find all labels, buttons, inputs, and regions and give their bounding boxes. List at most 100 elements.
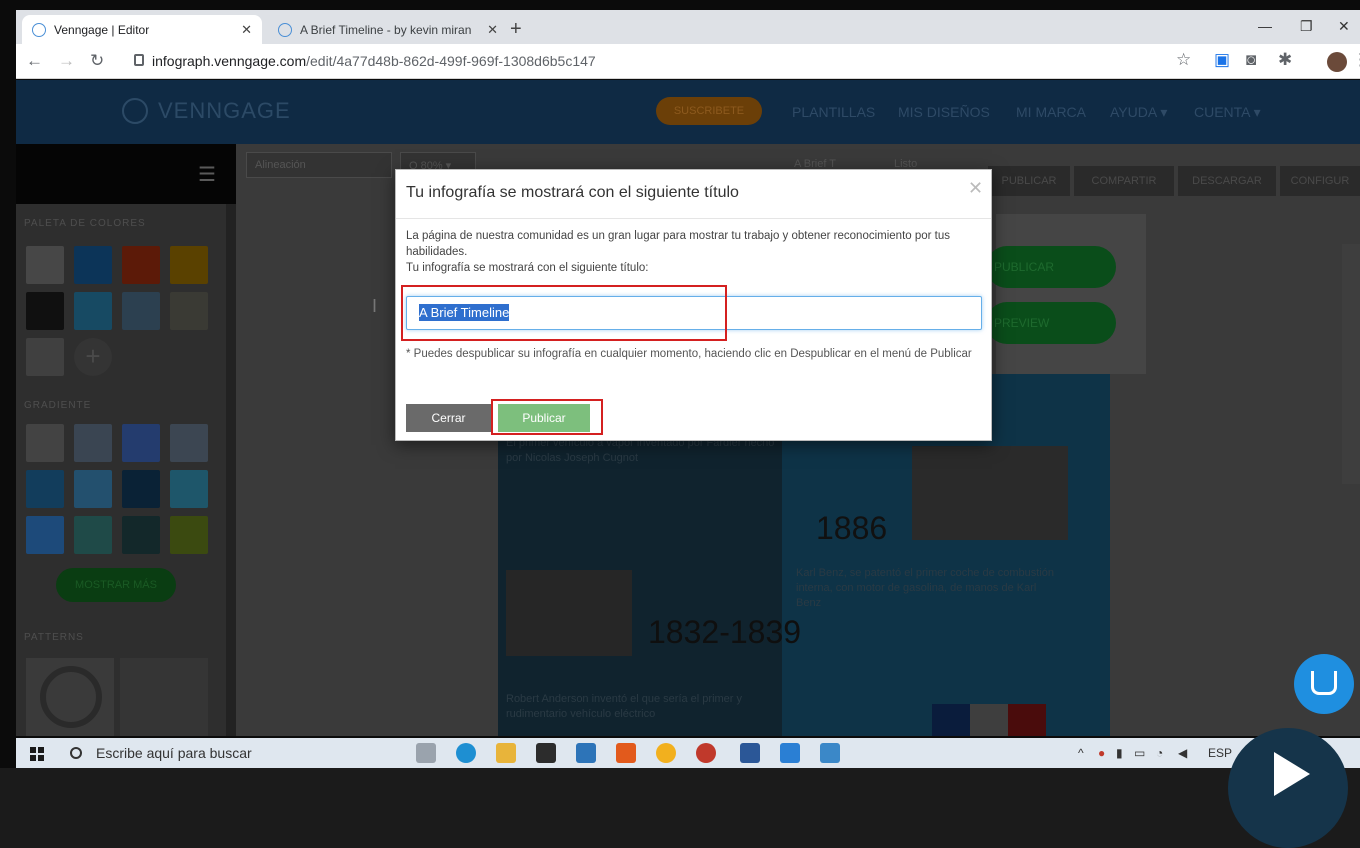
gradient-swatch[interactable] [74,516,112,554]
color-swatch[interactable] [170,292,208,330]
close-window-icon[interactable]: ✕ [1338,18,1350,35]
windows-start-icon[interactable] [30,747,44,761]
edge-icon[interactable] [456,743,476,763]
align-select[interactable]: Alineación [246,152,392,178]
dialog-description: La página de nuestra comunidad es un gra… [406,228,980,276]
gradient-swatch[interactable] [170,424,208,462]
info-text-c[interactable]: Robert Anderson inventó el que sería el … [506,692,766,722]
color-swatch[interactable] [74,292,112,330]
nav-mis-disenos[interactable]: MIS DISEÑOS [898,104,990,120]
store-icon[interactable] [536,743,556,763]
float-preview-button[interactable]: PREVIEW [986,302,1116,344]
photo-steam-car[interactable] [912,446,1068,540]
color-swatch[interactable] [122,246,160,284]
pattern-waves[interactable] [120,658,208,736]
volume-icon[interactable]: ◀ [1178,746,1187,760]
close-button[interactable]: Cerrar [406,404,491,432]
url-host: infograph.venngage.com [152,53,307,69]
restore-icon[interactable]: ❐ [1300,18,1313,35]
wifi-icon[interactable]: ◔ [1156,746,1163,760]
chrome-icon[interactable] [656,743,676,763]
gradient-swatch[interactable] [122,516,160,554]
close-tab-icon[interactable]: ✕ [487,22,498,38]
gradient-swatch[interactable] [26,516,64,554]
nav-cuenta[interactable]: CUENTA ▾ [1194,104,1261,121]
word-icon[interactable] [740,743,760,763]
flag-red-block [1008,704,1046,736]
publish-button[interactable]: Publicar [498,404,590,432]
task-view-icon[interactable] [416,743,436,763]
year-1886[interactable]: 1886 [816,510,887,547]
forward-arrow-icon[interactable]: → [58,51,75,71]
gradient-swatch[interactable] [122,424,160,462]
photo-electric-car[interactable] [506,570,632,656]
tab-brief-timeline[interactable]: A Brief Timeline - by kevin miran ✕ [268,15,508,44]
infographic-title-input[interactable]: A Brief Timeline [406,296,982,330]
info-text-b[interactable]: Karl Benz, se patentó el primer coche de… [796,566,1056,611]
toolbar-settings-button[interactable]: CONFIGUR [1280,166,1360,196]
color-swatch[interactable] [26,246,64,284]
toolbar-publish-button[interactable]: PUBLICAR [988,166,1070,196]
app-blue-icon[interactable] [780,743,800,763]
nav-ayuda[interactable]: AYUDA ▾ [1110,104,1167,121]
tray-app-icon[interactable]: ● [1098,746,1105,760]
reload-icon[interactable]: ↻ [90,51,104,71]
toolbar-download-button[interactable]: DESCARGAR [1178,166,1276,196]
unpublish-note: * Puedes despublicar su infografía en cu… [406,348,972,360]
gradient-swatch[interactable] [74,424,112,462]
hamburger-menu-icon[interactable]: ☰ [198,162,216,187]
gradient-swatch[interactable] [170,470,208,508]
left-panel-scrollbar[interactable] [226,204,236,736]
new-tab-button[interactable]: + [510,18,522,41]
color-swatch[interactable] [74,246,112,284]
microphone-icon[interactable]: ▮ [1116,746,1123,760]
taskbar-search-placeholder: Escribe aquí para buscar [96,745,252,761]
venngage-logo[interactable]: VENNGAGE [122,98,291,124]
float-publish-button[interactable]: PUBLICAR [986,246,1116,288]
tab-venngage-editor[interactable]: Venngage | Editor ✕ [22,15,262,44]
browser-tabstrip: Venngage | Editor ✕ A Brief Timeline - b… [16,10,1360,44]
battery-icon[interactable]: ▭ [1134,746,1145,760]
minimize-icon[interactable]: — [1258,18,1272,34]
nav-mi-marca[interactable]: MI MARCA [1016,104,1086,120]
gradient-swatch[interactable] [122,470,160,508]
extension-s-icon[interactable]: ▣ [1214,50,1230,70]
address-bar[interactable]: infograph.venngage.com/edit/4a77d48b-862… [152,53,596,69]
office-icon[interactable] [616,743,636,763]
color-swatch[interactable] [122,292,160,330]
back-arrow-icon[interactable]: ← [26,51,43,71]
browser-toolbar: ← → ↻ infograph.venngage.com/edit/4a77d4… [16,44,1360,79]
color-swatch[interactable] [26,292,64,330]
venngage-favicon-icon [32,22,46,37]
tray-chevron-icon[interactable]: ^ [1078,746,1084,760]
venngage-favicon-icon [278,22,292,37]
add-color-icon[interactable]: + [74,338,112,376]
toolbar-share-button[interactable]: COMPARTIR [1074,166,1174,196]
gradient-swatch[interactable] [26,424,64,462]
file-explorer-icon[interactable] [496,743,516,763]
puzzle-icon[interactable]: ✱ [1278,50,1292,70]
subscribe-button[interactable]: SUSCRIBETE [656,97,762,125]
photos-icon[interactable] [820,743,840,763]
star-icon[interactable]: ☆ [1176,50,1191,70]
year-1832-1839[interactable]: 1832-1839 [648,614,801,651]
show-more-button[interactable]: MOSTRAR MÁS [56,568,176,602]
close-tab-icon[interactable]: ✕ [241,22,252,38]
taskbar-search[interactable]: Escribe aquí para buscar [56,738,396,768]
color-swatch[interactable] [26,338,64,376]
camera-icon[interactable]: ◙ [1246,50,1256,70]
mail-icon[interactable] [576,743,596,763]
video-play-overlay[interactable] [1228,728,1348,848]
app-icon[interactable] [696,743,716,763]
chat-support-button[interactable] [1294,654,1354,714]
language-indicator[interactable]: ESP [1208,746,1232,760]
dialog-close-icon[interactable]: ✕ [968,178,983,199]
nav-plantillas[interactable]: PLANTILLAS [792,104,875,120]
gradient-swatch[interactable] [26,470,64,508]
gradient-swatch[interactable] [170,516,208,554]
profile-avatar[interactable] [1327,52,1347,72]
gradient-swatch[interactable] [74,470,112,508]
menu-kebab-icon[interactable]: ⋮ [1352,50,1360,70]
palette-label: PALETA DE COLORES [24,218,146,229]
color-swatch[interactable] [170,246,208,284]
